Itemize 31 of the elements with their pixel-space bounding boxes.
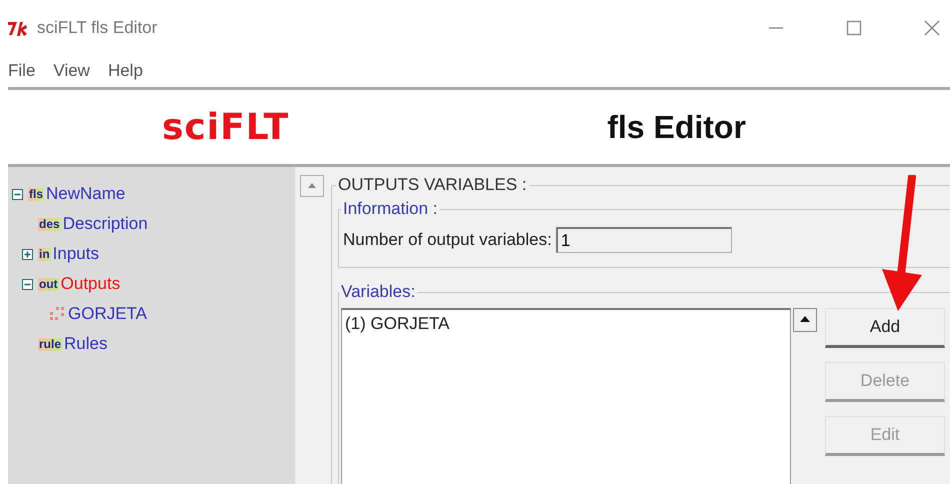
node-type-icon: rule: [38, 338, 62, 350]
action-button[interactable]: Add: [825, 308, 945, 348]
field-label: Number of output variables:: [343, 230, 552, 250]
tree-item[interactable]: Rules: [64, 334, 108, 354]
node-type-icon: fls: [28, 188, 44, 200]
tree-item[interactable]: NewName: [46, 184, 126, 204]
variables-list[interactable]: (1) GORJETA: [341, 308, 791, 484]
node-type-icon: in: [38, 248, 51, 260]
tree-item[interactable]: Inputs: [52, 244, 99, 264]
close-icon[interactable]: [924, 20, 940, 36]
tree-item[interactable]: GORJETA: [68, 304, 148, 324]
scroll-up-icon[interactable]: [793, 308, 817, 332]
group-title: Information :: [342, 199, 438, 219]
editor-title: fls Editor: [607, 108, 746, 146]
expander-icon[interactable]: [22, 248, 36, 260]
tree-item[interactable]: Description: [62, 214, 148, 234]
menu-item[interactable]: File: [8, 61, 36, 81]
group-title: OUTPUTS VARIABLES :: [337, 175, 528, 195]
dots-icon: [48, 307, 66, 321]
expander-icon[interactable]: [12, 188, 26, 200]
maximize-icon[interactable]: [846, 20, 862, 36]
group-title: Variables:: [340, 282, 416, 302]
window-title: sciFLT fls Editor: [37, 18, 158, 38]
count-field[interactable]: 1: [556, 227, 732, 253]
node-type-icon: out: [38, 278, 59, 290]
logo-text: sciFLT: [162, 106, 290, 148]
menu-item[interactable]: View: [53, 61, 90, 81]
expander-icon[interactable]: [22, 278, 36, 290]
menu-item[interactable]: Help: [108, 61, 143, 81]
list-item[interactable]: (1) GORJETA: [345, 314, 787, 334]
node-type-icon: des: [38, 218, 61, 230]
